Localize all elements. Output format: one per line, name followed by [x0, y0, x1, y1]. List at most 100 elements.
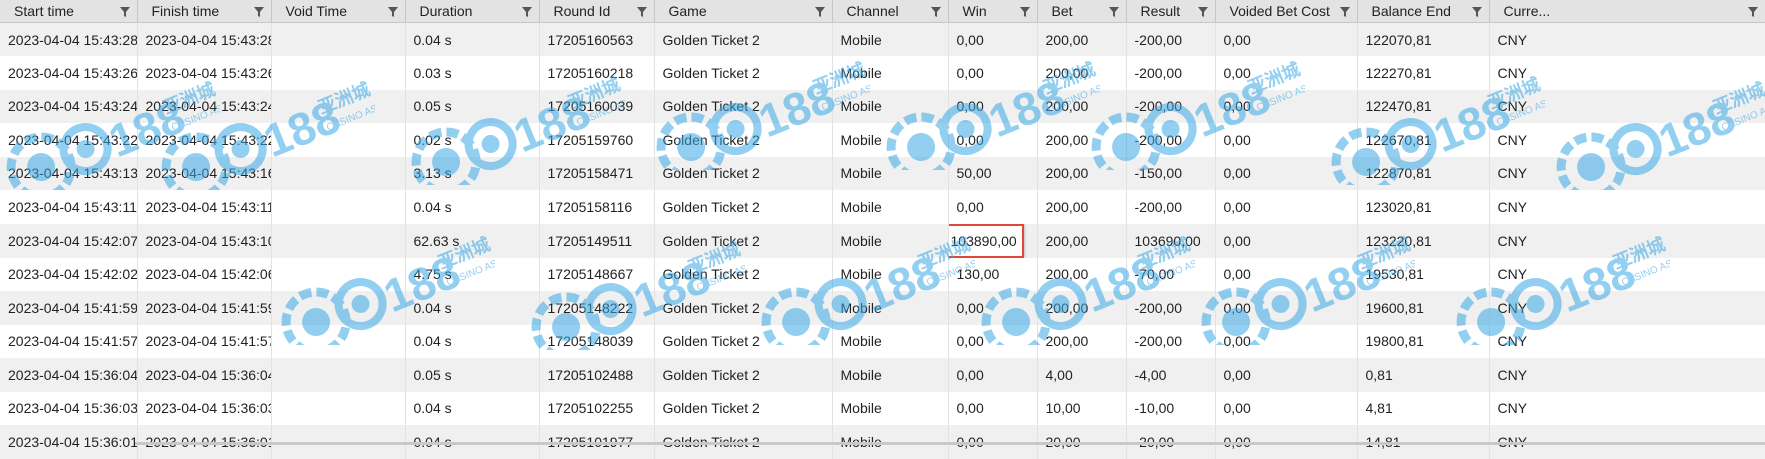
- table-cell: 200,00: [1037, 22, 1127, 56]
- table-cell: -200,00: [1126, 291, 1216, 325]
- table-row[interactable]: 2023-04-04 15:43:13 2023-04-04 15:43:16 3.…: [0, 156, 1765, 190]
- table-cell: 2023-04-04 15:43:26: [0, 56, 138, 90]
- table-cell: 0,00: [948, 358, 1038, 392]
- column-header-start-time[interactable]: Start time: [0, 0, 138, 23]
- column-header-channel[interactable]: Channel: [832, 0, 949, 23]
- filter-icon[interactable]: [521, 5, 533, 17]
- bet-history-table: Start time Finish time Void Time Duration Ro…: [0, 0, 1765, 459]
- column-header-label: Voided Bet Cost: [1229, 3, 1330, 19]
- table-cell: 200,00: [1037, 190, 1127, 224]
- column-header-game[interactable]: Game: [654, 0, 833, 23]
- column-header-label: Bet: [1051, 3, 1073, 19]
- table-cell: 2023-04-04 15:42:02: [0, 257, 138, 291]
- table-cell: CNY: [1489, 22, 1765, 56]
- table-cell: 0.05 s: [405, 89, 540, 123]
- column-header-bet[interactable]: Bet: [1037, 0, 1127, 23]
- filter-icon[interactable]: [1471, 5, 1483, 17]
- table-cell: 122670,81: [1357, 123, 1490, 157]
- table-cell: CNY: [1489, 358, 1765, 392]
- column-header-curre[interactable]: Curre...: [1489, 0, 1765, 23]
- table-cell: CNY: [1489, 257, 1765, 291]
- table-cell: CNY: [1489, 89, 1765, 123]
- table-row[interactable]: 2023-04-04 15:43:11 2023-04-04 15:43:11 0.…: [0, 190, 1765, 224]
- filter-icon[interactable]: [1197, 5, 1209, 17]
- table-cell: 0.04 s: [405, 291, 540, 325]
- column-header-balance-end[interactable]: Balance End: [1357, 0, 1490, 23]
- filter-icon[interactable]: [1108, 5, 1120, 17]
- table-cell: Golden Ticket 2: [654, 291, 833, 325]
- table-cell: Mobile: [832, 56, 949, 90]
- table-cell: 0,00: [1215, 156, 1358, 190]
- table-cell: 17205102488: [539, 358, 655, 392]
- column-header-voided-bet-cost[interactable]: Voided Bet Cost: [1215, 0, 1358, 23]
- table-row[interactable]: 2023-04-04 15:43:22 2023-04-04 15:43:22 0.…: [0, 123, 1765, 157]
- table-cell: 2023-04-04 15:41:59: [0, 291, 138, 325]
- table-cell: Golden Ticket 2: [654, 391, 833, 425]
- filter-icon[interactable]: [814, 5, 826, 17]
- filter-icon[interactable]: [387, 5, 399, 17]
- table-cell: Mobile: [832, 324, 949, 358]
- filter-icon[interactable]: [253, 5, 265, 17]
- table-cell: [271, 56, 406, 90]
- column-header-label: Balance End: [1371, 3, 1451, 19]
- table-cell: [271, 391, 406, 425]
- filter-icon[interactable]: [930, 5, 942, 17]
- column-header-label: Void Time: [285, 3, 347, 19]
- table-cell: 4,81: [1357, 391, 1490, 425]
- table-row[interactable]: 2023-04-04 15:36:03 2023-04-04 15:36:03 0.…: [0, 391, 1765, 425]
- table-cell: 0.03 s: [405, 56, 540, 90]
- highlighted-win-value: 103890,00: [948, 223, 1024, 258]
- table-cell: 0,81: [1357, 358, 1490, 392]
- table-cell: 200,00: [1037, 56, 1127, 90]
- table-row[interactable]: 2023-04-04 15:36:04 2023-04-04 15:36:04 0.…: [0, 358, 1765, 392]
- table-cell: 0,00: [948, 190, 1038, 224]
- table-cell: Golden Ticket 2: [654, 324, 833, 358]
- table-cell: 17205149511: [539, 223, 655, 258]
- table-row[interactable]: 2023-04-04 15:42:02 2023-04-04 15:42:06 4.…: [0, 257, 1765, 291]
- table-cell: Mobile: [832, 358, 949, 392]
- column-header-label: Finish time: [151, 3, 220, 19]
- table-cell: CNY: [1489, 391, 1765, 425]
- table-cell: -200,00: [1126, 324, 1216, 358]
- table-cell: 200,00: [1037, 123, 1127, 157]
- column-header-result[interactable]: Result: [1126, 0, 1216, 23]
- table-row[interactable]: 2023-04-04 15:41:57 2023-04-04 15:41:57 0.…: [0, 324, 1765, 358]
- table-cell: 2023-04-04 15:41:57: [0, 324, 138, 358]
- column-header-label: Channel: [846, 3, 899, 19]
- table-cell: CNY: [1489, 291, 1765, 325]
- table-cell: 0,00: [1215, 223, 1358, 258]
- table-cell: CNY: [1489, 123, 1765, 157]
- column-header-round-id[interactable]: Round Id: [539, 0, 655, 23]
- table-cell: CNY: [1489, 190, 1765, 224]
- table-row[interactable]: 2023-04-04 15:43:26 2023-04-04 15:43:26 0.…: [0, 56, 1765, 90]
- table-body: 2023-04-04 15:43:28 2023-04-04 15:43:28 0.…: [0, 22, 1765, 459]
- filter-icon[interactable]: [119, 5, 131, 17]
- table-cell: -200,00: [1126, 190, 1216, 224]
- table-row[interactable]: 2023-04-04 15:43:28 2023-04-04 15:43:28 0.…: [0, 22, 1765, 56]
- table-cell: [271, 156, 406, 190]
- table-row[interactable]: 2023-04-04 15:43:24 2023-04-04 15:43:24 0.…: [0, 89, 1765, 123]
- column-header-win[interactable]: Win: [948, 0, 1038, 23]
- table-cell: 17205160039: [539, 89, 655, 123]
- table-cell: CNY: [1489, 223, 1765, 258]
- table-cell: 10,00: [1037, 391, 1127, 425]
- table-cell: 123020,81: [1357, 190, 1490, 224]
- column-header-void-time[interactable]: Void Time: [271, 0, 406, 23]
- table-cell: 0,00: [948, 89, 1038, 123]
- table-cell: 17205160218: [539, 56, 655, 90]
- table-cell: 19800,81: [1357, 324, 1490, 358]
- filter-icon[interactable]: [1019, 5, 1031, 17]
- table-cell: 122470,81: [1357, 89, 1490, 123]
- column-header-label: Duration: [419, 3, 473, 19]
- table-row[interactable]: 2023-04-04 15:42:07 2023-04-04 15:43:10 62…: [0, 223, 1765, 258]
- table-cell: 200,00: [1037, 89, 1127, 123]
- table-cell: 0,00: [948, 123, 1038, 157]
- table-cell: 0.02 s: [405, 123, 540, 157]
- column-header-finish-time[interactable]: Finish time: [137, 0, 272, 23]
- column-header-duration[interactable]: Duration: [405, 0, 540, 23]
- table-row[interactable]: 2023-04-04 15:41:59 2023-04-04 15:41:59 0.…: [0, 291, 1765, 325]
- filter-icon[interactable]: [636, 5, 648, 17]
- filter-icon[interactable]: [1339, 5, 1351, 17]
- filter-icon[interactable]: [1747, 5, 1759, 17]
- column-header-label: Curre...: [1503, 3, 1551, 19]
